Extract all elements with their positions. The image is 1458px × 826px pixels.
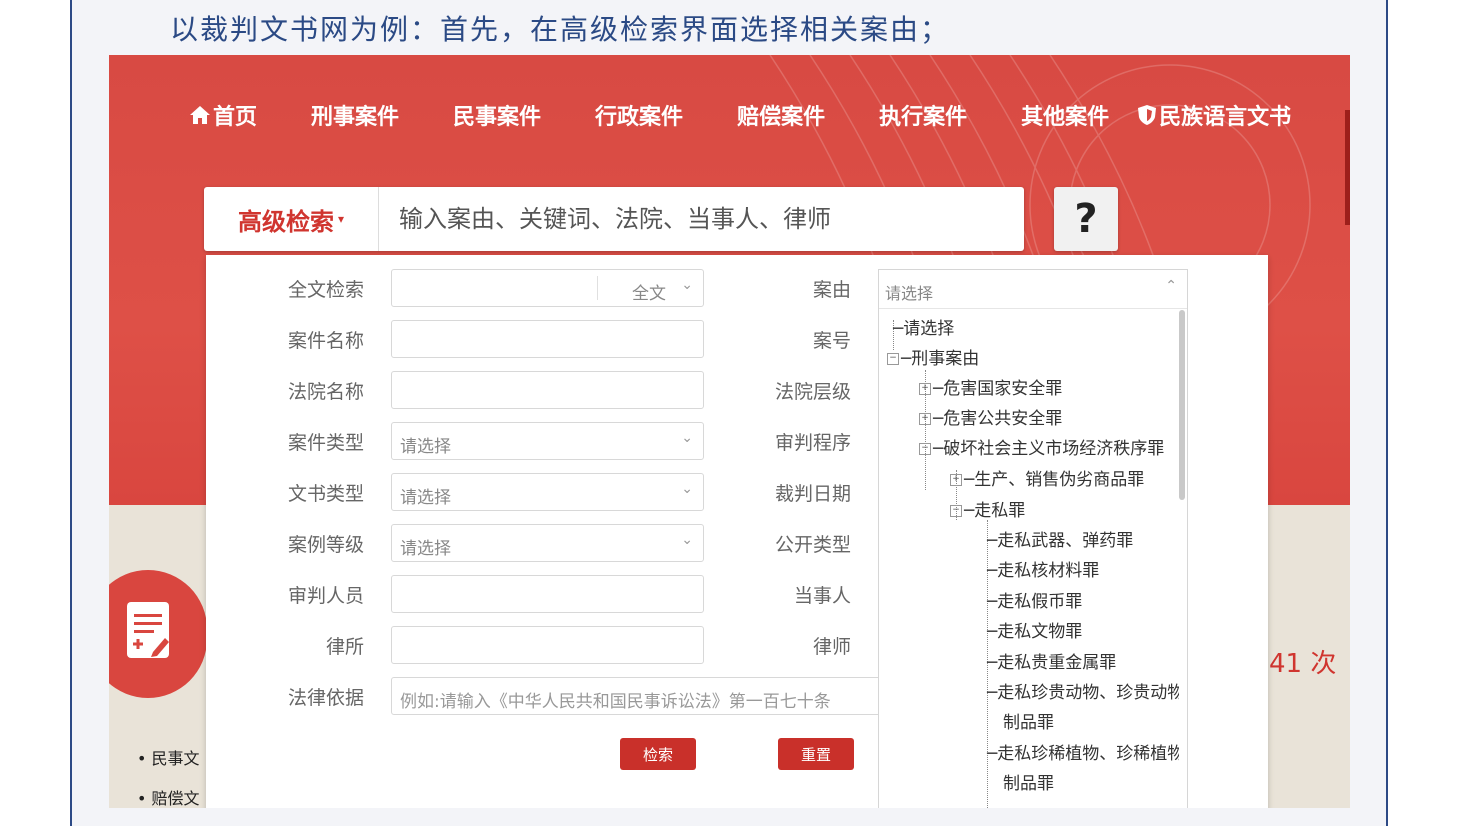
advanced-search-button[interactable]: 高级检索 ▾: [204, 187, 379, 251]
nav-label: 首页: [213, 105, 258, 130]
chevron-down-icon: ⌄: [681, 481, 693, 497]
label-legal-basis: 法律依据: [287, 687, 364, 709]
label-doc-type: 文书类型: [287, 483, 364, 505]
tree-node[interactable]: − ─走私罪: [950, 496, 1025, 521]
fulltext-input[interactable]: 全文 ⌄: [391, 269, 704, 307]
search-input[interactable]: [379, 187, 1024, 251]
tree-node[interactable]: ─走私核材料罪: [987, 556, 1099, 581]
nav-item-home[interactable]: 首页: [189, 99, 257, 131]
tree-node[interactable]: ─请选择: [893, 314, 954, 339]
advanced-search-label: 高级检索: [237, 207, 334, 236]
tree-node[interactable]: ─走私文物罪: [987, 617, 1082, 642]
nav-item-compensation[interactable]: 赔偿案件: [737, 99, 825, 131]
nav-label: 民族语言文书: [1159, 105, 1292, 130]
label-cause: 案由: [812, 279, 851, 301]
label-case-level: 案例等级: [287, 534, 364, 556]
nav-item-civil[interactable]: 民事案件: [453, 99, 541, 131]
reset-button[interactable]: 重置: [778, 738, 854, 770]
tree-node[interactable]: − ─刑事案由: [887, 344, 979, 369]
advanced-search-panel: 全文检索 全文 ⌄ 案件名称 法院名称 案件类型 请选择 ⌄ 文书类型 请选择 …: [206, 255, 1268, 808]
collapse-icon[interactable]: −: [950, 505, 962, 517]
tree-node[interactable]: ─走私武器、弹药罪: [987, 526, 1133, 551]
tree-node[interactable]: ─走私珍稀植物、珍稀植物: [987, 739, 1179, 764]
chevron-down-icon: ⌄: [681, 532, 693, 548]
slide-caption: 以裁判文书网为例：首先，在高级检索界面选择相关案由；: [170, 13, 951, 46]
chevron-down-icon: ⌄: [681, 277, 693, 293]
label-case-number: 案号: [812, 330, 851, 352]
chevron-up-icon: ⌃: [1165, 278, 1177, 294]
label-fulltext: 全文检索: [287, 279, 364, 301]
tree-node[interactable]: ─走私假币罪: [987, 587, 1082, 612]
nav-item-other[interactable]: 其他案件: [1021, 99, 1109, 131]
nav-label: 其他案件: [1021, 105, 1110, 130]
nav-label: 刑事案件: [311, 105, 400, 130]
expand-icon[interactable]: +: [919, 383, 931, 395]
tree-node[interactable]: + ─危害国家安全罪: [919, 374, 1062, 399]
judge-input[interactable]: [391, 575, 704, 613]
label-court-level: 法院层级: [774, 381, 851, 403]
page-scrollbar[interactable]: [1345, 110, 1350, 225]
tree-scrollbar[interactable]: [1179, 310, 1185, 500]
label-judge: 审判人员: [287, 585, 364, 607]
shield-icon: [1138, 105, 1157, 125]
expand-icon[interactable]: +: [919, 413, 931, 425]
search-button[interactable]: 检索: [620, 738, 696, 770]
document-add-icon: [127, 602, 169, 658]
home-icon: [190, 106, 210, 124]
tree-node[interactable]: ─走私珍贵动物、珍贵动物: [987, 678, 1179, 703]
tree-node-cont: 制品罪: [1003, 713, 1054, 733]
caret-down-icon: ▾: [337, 212, 345, 226]
tree-node[interactable]: − ─破坏社会主义市场经济秩序罪: [919, 434, 1164, 459]
nav-label: 民事案件: [453, 105, 542, 130]
nav-item-criminal[interactable]: 刑事案件: [311, 99, 399, 131]
legal-basis-input[interactable]: 例如:请输入《中华人民共和国民事诉讼法》第一百七十条: [391, 677, 881, 715]
case-type-select[interactable]: 请选择 ⌄: [391, 422, 704, 460]
label-law-firm: 律所: [325, 636, 364, 658]
left-badge: [109, 570, 207, 698]
case-level-select[interactable]: 请选择 ⌄: [391, 524, 704, 562]
doc-type-select[interactable]: 请选择 ⌄: [391, 473, 704, 511]
collapse-icon[interactable]: −: [919, 443, 931, 455]
nav-label: 执行案件: [879, 105, 968, 130]
label-judgment-date: 裁判日期: [774, 483, 851, 505]
cause-tree: ─请选择 − ─刑事案由 + ─危害国家安全罪 + ─危害公共安全罪 − ─破坏社会主义…: [879, 310, 1179, 808]
tree-node[interactable]: + ─危害公共安全罪: [919, 404, 1062, 429]
tree-node[interactable]: + ─生产、销售伪劣商品罪: [950, 465, 1144, 490]
side-links: • 民事文 • 赔偿文: [137, 745, 200, 808]
side-link[interactable]: • 民事文: [137, 745, 200, 769]
nav-label: 赔偿案件: [737, 105, 826, 130]
label-case-type: 案件类型: [287, 432, 364, 454]
chevron-down-icon: ⌄: [681, 430, 693, 446]
court-name-input[interactable]: [391, 371, 704, 409]
label-lawyer: 律师: [812, 636, 851, 658]
top-nav: 首页 刑事案件 民事案件 行政案件 赔偿案件 执行案件 其他案件 民族语言文书: [189, 99, 1291, 131]
cause-select[interactable]: 请选择 ⌃: [879, 270, 1187, 309]
nav-item-ethnic[interactable]: 民族语言文书: [1137, 99, 1291, 131]
law-firm-input[interactable]: [391, 626, 704, 664]
website-screenshot: 首页 刑事案件 民事案件 行政案件 赔偿案件 执行案件 其他案件 民族语言文书 …: [109, 55, 1350, 808]
nav-item-execution[interactable]: 执行案件: [879, 99, 967, 131]
scope-select[interactable]: 全文: [632, 279, 666, 304]
search-bar: 高级检索 ▾: [204, 187, 1024, 251]
nav-item-admin[interactable]: 行政案件: [595, 99, 683, 131]
side-link[interactable]: • 赔偿文: [137, 785, 200, 808]
nav-label: 行政案件: [595, 105, 684, 130]
label-party: 当事人: [793, 585, 851, 607]
help-button[interactable]: ?: [1054, 187, 1118, 251]
visit-counter: 41 次: [1269, 649, 1337, 679]
label-court-name: 法院名称: [287, 381, 364, 403]
tree-node-cont: 制品罪: [1003, 774, 1054, 794]
tree-node[interactable]: ─走私贵重金属罪: [987, 648, 1116, 673]
label-trial-procedure: 审判程序: [774, 432, 851, 454]
divider: [597, 276, 598, 300]
collapse-icon[interactable]: −: [887, 353, 899, 365]
expand-icon[interactable]: +: [950, 474, 962, 486]
label-disclosure-type: 公开类型: [774, 534, 851, 556]
label-case-name: 案件名称: [287, 330, 364, 352]
cause-dropdown: 请选择 ⌃ ─请选择 − ─刑事案由 + ─危害国家安全罪 + ─危害公共安全罪 − ─…: [878, 269, 1188, 808]
case-name-input[interactable]: [391, 320, 704, 358]
